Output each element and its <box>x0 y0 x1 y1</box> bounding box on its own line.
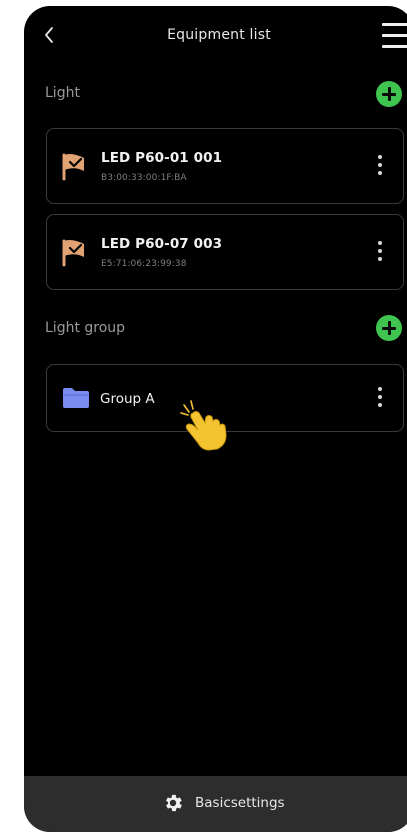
device-options-button[interactable] <box>377 241 383 263</box>
light-panel-icon <box>62 153 84 181</box>
device-card[interactable]: LED P60-07 003 E5:71:06:23:99:38 <box>46 214 404 290</box>
hamburger-menu-icon <box>382 45 407 48</box>
app-header: Equipment list <box>24 6 407 66</box>
more-vertical-icon <box>378 241 382 245</box>
basic-settings-label: Basicsettings <box>195 795 285 811</box>
device-mac-address: E5:71:06:23:99:38 <box>101 259 187 269</box>
light-panel-icon <box>62 239 84 267</box>
bottom-bar: Basicsettings <box>24 776 407 832</box>
device-name: LED P60-07 003 <box>101 236 223 252</box>
light-section-label: Light <box>45 85 80 101</box>
more-vertical-icon <box>378 387 382 391</box>
device-name: LED P60-01 001 <box>101 150 223 166</box>
menu-button[interactable] <box>382 23 407 49</box>
more-vertical-icon-dot <box>378 171 382 175</box>
light-group-section-label: Light group <box>45 320 126 336</box>
more-vertical-icon-dot <box>378 403 382 407</box>
phone-screen: Equipment list Light LED P60-01 001 B3:0… <box>24 6 407 832</box>
group-options-button[interactable] <box>377 387 383 409</box>
folder-icon <box>63 388 89 408</box>
device-card[interactable]: LED P60-01 001 B3:00:33:00:1F:BA <box>46 128 404 204</box>
tap-hand-icon <box>180 400 227 451</box>
hamburger-menu-icon <box>382 23 407 26</box>
more-vertical-icon-dot <box>378 249 382 253</box>
page-title: Equipment list <box>167 27 271 43</box>
device-options-button[interactable] <box>377 155 383 177</box>
add-group-button[interactable] <box>376 315 402 341</box>
more-vertical-icon-dot <box>378 163 382 167</box>
more-vertical-icon <box>378 155 382 159</box>
gear-icon <box>166 794 182 812</box>
more-vertical-icon-dot <box>378 395 382 399</box>
hamburger-menu-icon <box>382 34 407 37</box>
group-name: Group A <box>100 391 155 407</box>
device-mac-address: B3:00:33:00:1F:BA <box>101 173 187 183</box>
more-vertical-icon-dot <box>378 257 382 261</box>
add-light-button[interactable] <box>376 81 402 107</box>
